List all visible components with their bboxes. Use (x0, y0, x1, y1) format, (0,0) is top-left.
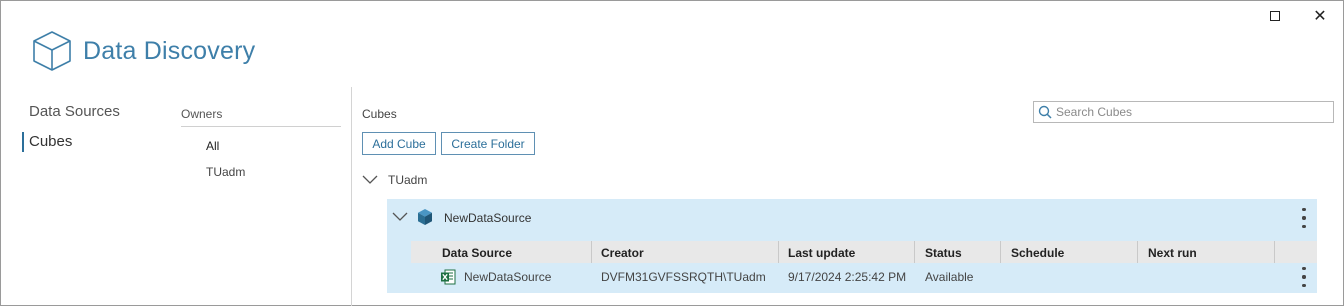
column-separator[interactable] (591, 241, 592, 263)
owner-item-tuadm[interactable]: TUadm (206, 165, 245, 179)
search-box (1033, 101, 1334, 123)
cell-creator: DVFM31GVFSSRQTH\TUadm (601, 270, 766, 284)
column-header-creator[interactable]: Creator (601, 246, 644, 260)
cell-data-source: NewDataSource (464, 270, 552, 284)
maximize-button[interactable] (1255, 5, 1295, 27)
grid-header: Data Source Creator Last update Status S… (411, 241, 1317, 263)
owner-item-all[interactable]: All (206, 139, 219, 153)
column-separator[interactable] (1274, 241, 1275, 263)
folder-row-tuadm[interactable]: TUadm (359, 169, 427, 191)
cube-icon (418, 209, 432, 225)
column-header-last-update[interactable]: Last update (788, 246, 855, 260)
nav-item-cubes[interactable]: Cubes (29, 133, 72, 150)
column-separator[interactable] (1000, 241, 1001, 263)
row-more-options-icon[interactable] (1299, 267, 1309, 287)
more-options-icon[interactable] (1299, 208, 1309, 228)
maximize-icon (1270, 11, 1280, 21)
owners-title: Owners (181, 107, 223, 121)
cell-last-update: 9/17/2024 2:25:42 PM (788, 270, 907, 284)
column-header-data-source[interactable]: Data Source (442, 246, 512, 260)
cell-status: Available (925, 270, 974, 284)
create-folder-button[interactable]: Create Folder (441, 132, 535, 155)
search-icon (1038, 105, 1052, 119)
column-separator[interactable] (778, 241, 779, 263)
column-separator[interactable] (914, 241, 915, 263)
data-source-name: NewDataSource (444, 211, 532, 225)
search-cubes-input[interactable] (1056, 105, 1326, 119)
cubes-title: Cubes (362, 107, 397, 121)
owners-divider (181, 126, 341, 127)
chevron-down-icon (362, 175, 378, 184)
data-discovery-window: ✕ Data Discovery Data Sources Cubes Owne… (0, 0, 1344, 306)
column-header-status[interactable]: Status (925, 246, 962, 260)
excel-file-icon (441, 269, 456, 285)
column-separator[interactable] (1137, 241, 1138, 263)
column-header-schedule[interactable]: Schedule (1011, 246, 1064, 260)
data-source-header[interactable]: NewDataSource (387, 199, 1317, 237)
close-icon: ✕ (1313, 8, 1327, 25)
close-button[interactable]: ✕ (1300, 5, 1340, 27)
table-row[interactable]: NewDataSource DVFM31GVFSSRQTH\TUadm 9/17… (411, 265, 1317, 289)
panel-divider (351, 87, 352, 306)
add-cube-button[interactable]: Add Cube (362, 132, 436, 155)
nav-item-data-sources[interactable]: Data Sources (29, 103, 120, 120)
chevron-down-icon (392, 212, 408, 221)
folder-label: TUadm (388, 173, 428, 187)
app-title: Data Discovery (83, 37, 256, 65)
cube-logo-icon (33, 31, 71, 71)
data-source-panel: NewDataSource Data Source Creator Last u… (387, 199, 1317, 293)
column-header-next-run[interactable]: Next run (1148, 246, 1197, 260)
nav-selected-indicator (22, 132, 24, 152)
